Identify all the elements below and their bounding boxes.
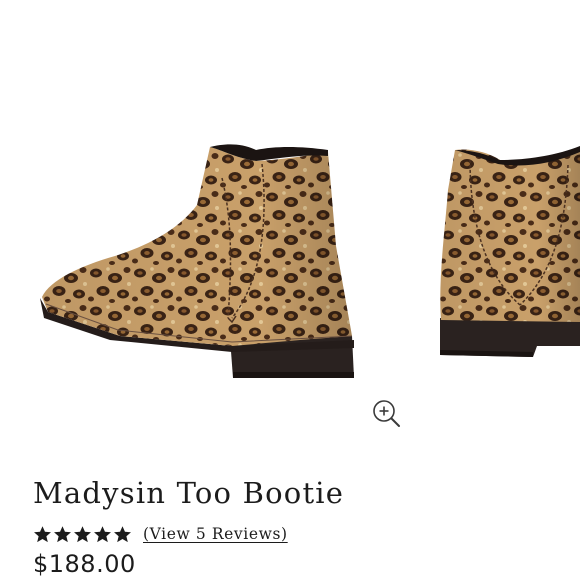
product-image[interactable] — [0, 0, 580, 460]
boot-left-image — [40, 144, 354, 378]
product-image-gallery[interactable] — [0, 0, 580, 460]
star-icon — [74, 525, 91, 542]
boot-right-image — [440, 146, 580, 357]
star-icon — [114, 525, 131, 542]
product-price: $188.00 — [33, 550, 136, 578]
product-title: Madysin Too Bootie — [33, 476, 345, 510]
rating-stars — [33, 525, 132, 544]
zoom-in-icon[interactable] — [371, 398, 401, 428]
star-icon — [54, 525, 71, 542]
star-icon — [94, 525, 111, 542]
star-icon — [34, 525, 51, 542]
product-rating: (View 5 Reviews) — [33, 521, 288, 547]
view-reviews-link[interactable]: (View 5 Reviews) — [143, 525, 288, 543]
